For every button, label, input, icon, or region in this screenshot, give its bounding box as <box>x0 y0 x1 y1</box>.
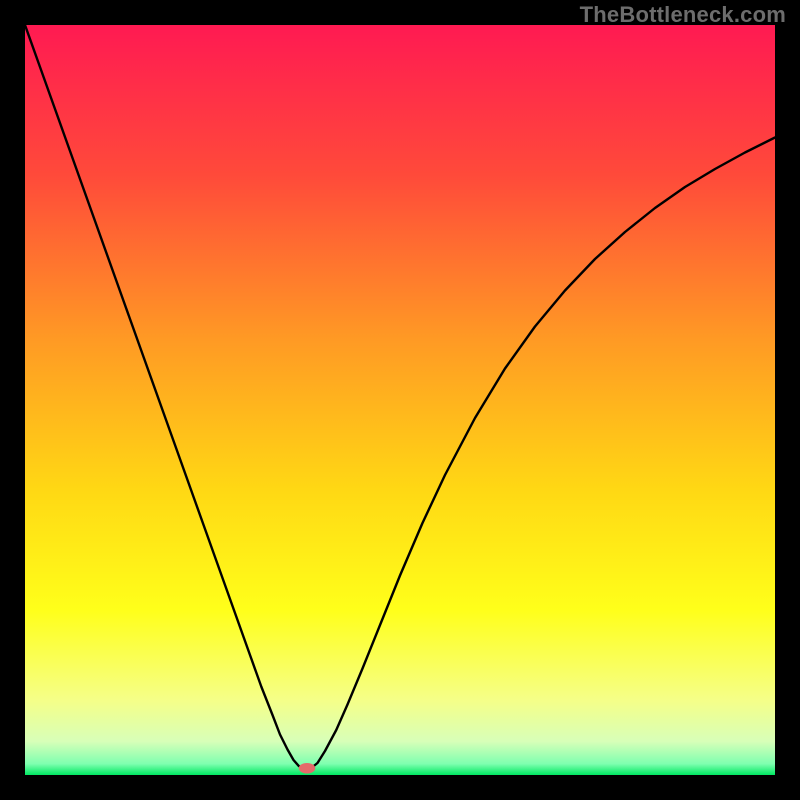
chart-svg <box>25 25 775 775</box>
chart-plot-area <box>25 25 775 775</box>
chart-frame: TheBottleneck.com <box>0 0 800 800</box>
optimal-marker <box>299 763 316 774</box>
chart-background <box>25 25 775 775</box>
